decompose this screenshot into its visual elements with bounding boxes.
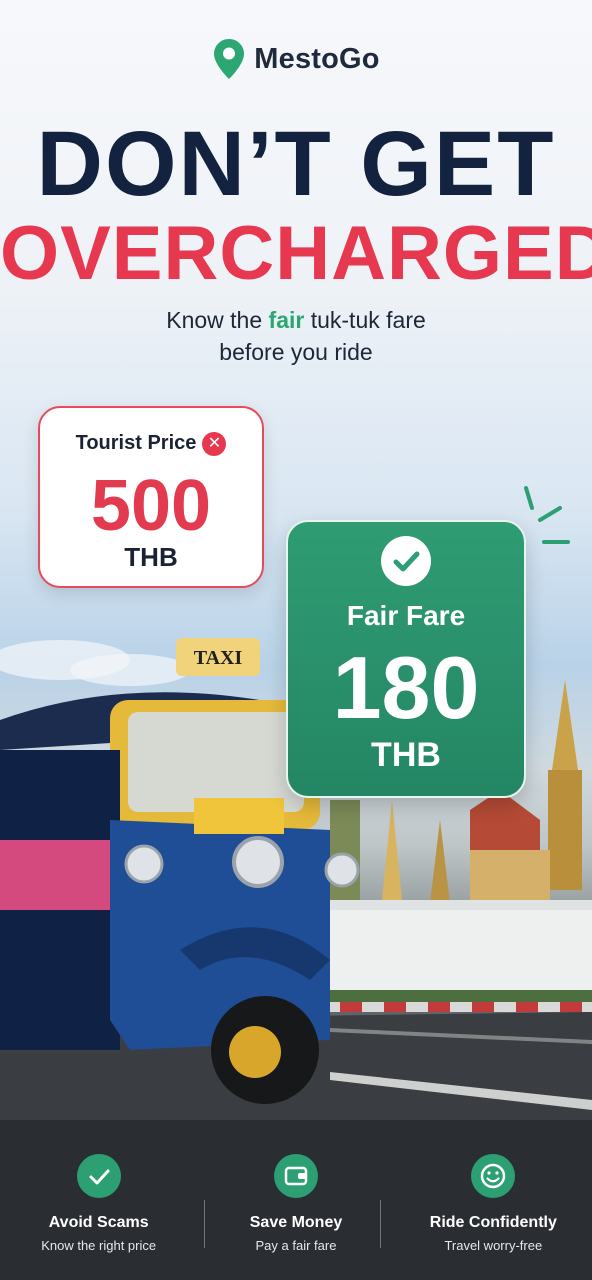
feature-avoid-scams: Avoid Scams Know the right price	[0, 1150, 197, 1260]
wallet-icon	[273, 1154, 318, 1198]
feature-ride-confidently: Ride Confidently Travel worry-free	[395, 1150, 592, 1260]
map-pin-icon	[214, 39, 245, 79]
tagline: Know the fair tuk-tuk fare before you ri…	[0, 304, 592, 368]
feature-subtitle: Pay a fair fare	[255, 1238, 337, 1253]
divider	[380, 1200, 381, 1248]
promo-page: TAXI MestoGo DON’T GET OVERCHARGED Know …	[0, 0, 592, 1280]
divider	[204, 1200, 205, 1248]
tourist-price-amount: 500	[90, 466, 212, 546]
tourist-price-label: Tourist Price	[75, 432, 197, 454]
sparkle-icon	[524, 486, 570, 544]
tagline-highlight: fair	[268, 307, 305, 333]
feature-subtitle: Know the right price	[41, 1238, 157, 1253]
tagline-before: Know the	[166, 307, 269, 333]
check-icon	[76, 1154, 121, 1198]
tourist-price-label-row: Tourist Price ✕	[40, 432, 262, 456]
x-circle-icon: ✕	[202, 432, 227, 456]
smile-icon	[471, 1154, 516, 1198]
tagline-after: tuk-tuk fare	[304, 307, 426, 333]
fair-fare-label: Fair Fare	[346, 600, 466, 631]
feature-subtitle: Travel worry-free	[444, 1238, 543, 1253]
tourist-price-card: Tourist Price ✕ 500 THB	[38, 406, 264, 629]
fair-fare-amount: 180	[332, 638, 480, 737]
feature-title: Save Money	[249, 1214, 343, 1231]
taxi-sign: TAXI	[194, 647, 243, 669]
headline-line1: DON’T GET	[36, 113, 556, 215]
feature-title: Avoid Scams	[48, 1214, 149, 1231]
features-row: Avoid Scams Know the right price Save Mo…	[0, 1150, 592, 1260]
feature-save-money: Save Money Pay a fair fare	[197, 1150, 394, 1260]
headline-line2: OVERCHARGED	[0, 211, 592, 296]
fair-fare-card: Fair Fare 180 THB	[286, 520, 526, 798]
brand-header: MestoGo	[0, 38, 592, 80]
tagline-line2: before you ride	[219, 339, 373, 365]
brand-name: MestoGo	[254, 42, 380, 75]
feature-title: Ride Confidently	[429, 1214, 557, 1231]
tagline-line1: Know the fair tuk-tuk fare	[0, 304, 592, 336]
tourist-price-currency: THB	[124, 542, 178, 572]
check-circle-icon	[381, 536, 431, 586]
fair-fare-currency: THB	[371, 736, 441, 774]
